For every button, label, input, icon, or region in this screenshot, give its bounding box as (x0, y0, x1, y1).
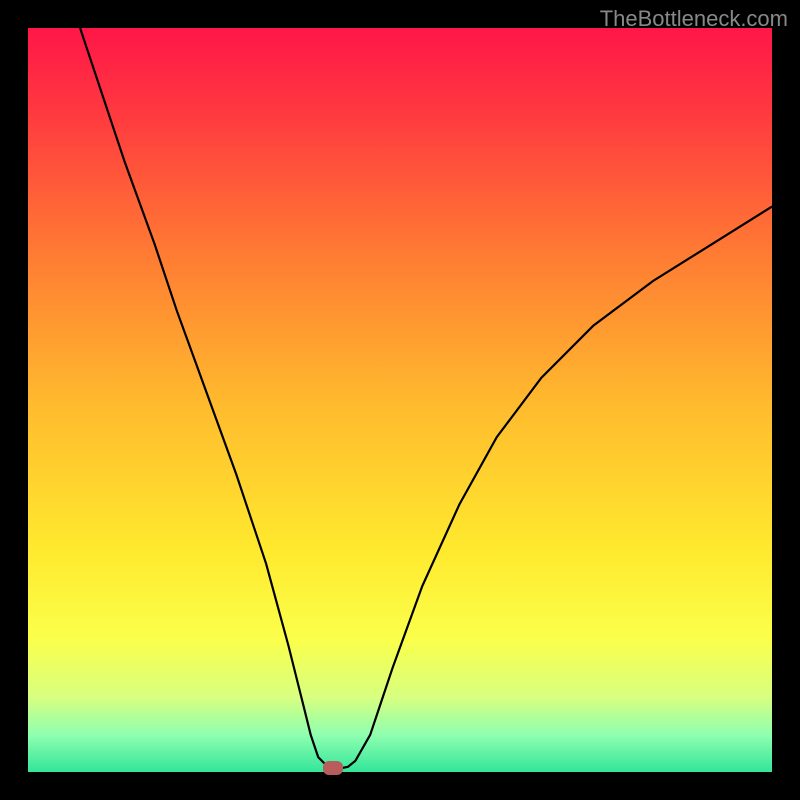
watermark-text: TheBottleneck.com (600, 6, 788, 32)
minimum-marker (323, 761, 343, 775)
bottleneck-curve (28, 28, 772, 772)
chart-frame (28, 28, 772, 772)
